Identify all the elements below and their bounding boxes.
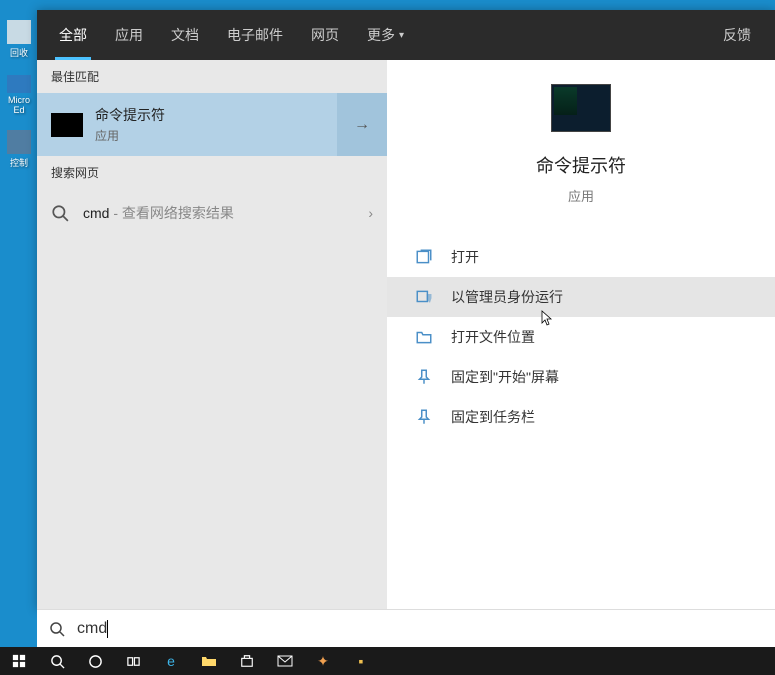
web-search-result[interactable]: cmd - 查看网络搜索结果 ›: [37, 189, 387, 237]
result-subtitle: 应用: [95, 127, 373, 144]
tab-apps[interactable]: 应用: [101, 10, 157, 60]
start-button[interactable]: [0, 647, 38, 675]
preview-cmd-icon: [551, 84, 611, 132]
taskbar-explorer[interactable]: [190, 647, 228, 675]
pin-start-icon: [415, 368, 433, 386]
text-caret: [107, 620, 108, 638]
feedback-button[interactable]: 反馈: [707, 25, 767, 45]
action-pin-to-start[interactable]: 固定到"开始"屏幕: [387, 357, 775, 397]
tab-email[interactable]: 电子邮件: [213, 10, 297, 60]
recycle-bin-icon: [7, 20, 31, 44]
chevron-right-icon: ›: [368, 205, 373, 221]
taskbar: e ✦ ▪: [0, 647, 775, 675]
action-run-as-admin[interactable]: 以管理员身份运行: [387, 277, 775, 317]
web-suffix: - 查看网络搜索结果: [109, 205, 233, 221]
desktop-icon-recycle[interactable]: 回收: [5, 20, 33, 60]
action-pin-to-taskbar[interactable]: 固定到任务栏: [387, 397, 775, 437]
result-command-prompt[interactable]: 命令提示符 应用 →: [37, 93, 387, 156]
arrow-right-icon: →: [354, 116, 370, 134]
preview-panel: 命令提示符 应用 打开 以管理员身份运行: [387, 60, 775, 610]
tabs-bar: 全部 应用 文档 电子邮件 网页 更多 ▾ 反馈: [37, 10, 775, 60]
tab-more[interactable]: 更多 ▾: [353, 10, 418, 60]
taskbar-mail[interactable]: [266, 647, 304, 675]
open-icon: [415, 248, 433, 266]
search-panel: 全部 应用 文档 电子邮件 网页 更多 ▾ 反馈 最佳匹配 命令提示符 应用 →: [37, 10, 775, 610]
taskbar-search-button[interactable]: [38, 647, 76, 675]
best-match-header: 最佳匹配: [37, 60, 387, 93]
taskbar-edge[interactable]: e: [152, 647, 190, 675]
preview-subtitle: 应用: [427, 186, 735, 205]
result-expand-button[interactable]: →: [337, 93, 387, 156]
search-icon: [37, 621, 77, 637]
control-panel-icon: [7, 130, 31, 154]
search-icon: [51, 204, 69, 222]
desktop-icons: 回收 Micro Ed 控制: [5, 20, 37, 185]
pin-taskbar-icon: [415, 408, 433, 426]
preview-section: 命令提示符 应用: [387, 60, 775, 217]
actions-list: 打开 以管理员身份运行 打开文件位置: [387, 237, 775, 437]
taskbar-app1[interactable]: ✦: [304, 647, 342, 675]
desktop-icon-edge[interactable]: Micro Ed: [5, 75, 33, 115]
search-input[interactable]: cmd: [77, 620, 107, 638]
taskbar-taskview-button[interactable]: [114, 647, 152, 675]
tab-web[interactable]: 网页: [297, 10, 353, 60]
desktop-icon-control[interactable]: 控制: [5, 130, 33, 170]
chevron-down-icon: ▾: [399, 30, 404, 41]
taskbar-app2[interactable]: ▪: [342, 647, 380, 675]
tab-all[interactable]: 全部: [45, 10, 101, 60]
content-area: 最佳匹配 命令提示符 应用 → 搜索网页 cmd - 查看网络搜索结果: [37, 60, 775, 610]
tab-documents[interactable]: 文档: [157, 10, 213, 60]
result-title: 命令提示符: [95, 105, 373, 125]
action-open-file-location[interactable]: 打开文件位置: [387, 317, 775, 357]
edge-icon: [7, 75, 31, 93]
cmd-icon: [51, 113, 83, 137]
taskbar-store[interactable]: [228, 647, 266, 675]
search-box[interactable]: cmd: [37, 609, 775, 647]
action-open[interactable]: 打开: [387, 237, 775, 277]
search-web-header: 搜索网页: [37, 156, 387, 189]
preview-title: 命令提示符: [427, 152, 735, 178]
web-query: cmd: [83, 205, 109, 221]
taskbar-cortana-button[interactable]: [76, 647, 114, 675]
folder-icon: [415, 328, 433, 346]
admin-shield-icon: [415, 288, 433, 306]
results-panel: 最佳匹配 命令提示符 应用 → 搜索网页 cmd - 查看网络搜索结果: [37, 60, 387, 610]
